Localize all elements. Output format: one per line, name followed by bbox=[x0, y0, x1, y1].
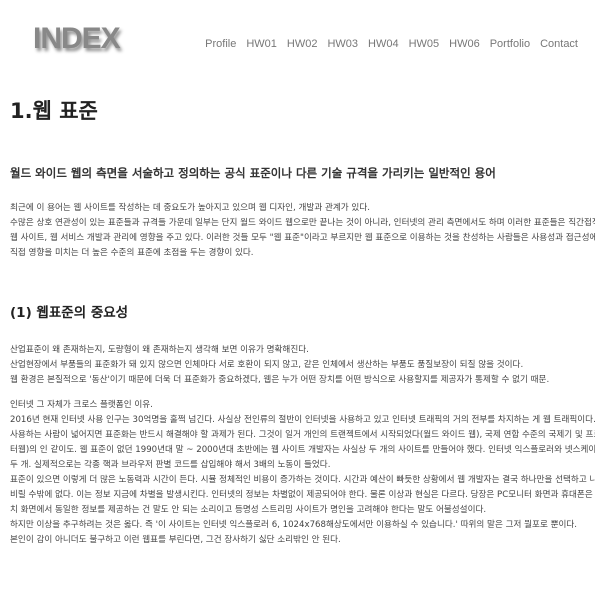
paragraph-line: 표준이 있으면 이렇게 더 많은 노동력과 시간이 든다. 시뮬 정체적인 비용… bbox=[10, 475, 595, 485]
paragraph-line: 사용하는 사람이 넓어지면 표준화는 반드시 해결해야 할 과제가 된다. 그것… bbox=[10, 430, 595, 440]
paragraph-line: 수많은 상호 연관성이 있는 표준들과 규격들 가운데 일부는 단지 월드 와이… bbox=[10, 218, 595, 228]
paragraph-line: 터웹)의 인 같이도. 웹 표준이 없던 1990년대 말 ~ 2000년대 초… bbox=[10, 445, 595, 455]
paragraph-line: 산업현장에서 부품들의 표준화가 돼 있지 않으면 인체마다 서로 호환이 되지… bbox=[10, 360, 524, 370]
section-paragraph: 인터넷 그 자체가 크로스 플랫폼인 이유. 2016년 현재 인터넷 사용 인… bbox=[10, 398, 595, 548]
paragraph-line: 최근에 이 용어는 웹 사이트를 작성하는 데 중요도가 높아지고 있으며 웹 … bbox=[10, 203, 370, 213]
lead-text: 월드 와이드 웹의 측면을 서술하고 정의하는 공식 표준이나 다른 기술 규격… bbox=[10, 166, 496, 180]
paragraph-line: 두 개. 실제적으로는 각종 핵과 브라우저 판별 코드를 삽입해야 해서 3배… bbox=[10, 460, 331, 470]
paragraph-line: 하지만 이상을 추구하려는 것은 옳다. 즉 '이 사이트는 인터넷 익스플로러… bbox=[10, 520, 578, 530]
paragraph-line: 비릴 수밖에 없다. 이는 정보 지금에 차별을 발생시킨다. 인터넷의 정보는… bbox=[10, 490, 595, 500]
section-title: (1) 웹표준의 중요성 bbox=[10, 305, 129, 321]
paragraph-line: 웹 환경은 본질적으로 '동산'이기 때문에 더욱 더 표준화가 중요하겠다, … bbox=[10, 375, 550, 385]
nav-link-portfolio[interactable]: Portfolio bbox=[490, 38, 530, 50]
paragraph-line: 치 화면에서 동일한 정보를 제공하는 건 말도 안 되는 소리이고 등명성 스… bbox=[10, 505, 487, 515]
paragraph-line: 직접 영향을 미치는 더 높은 수준의 표준에 초점을 두는 경향이 있다. bbox=[10, 248, 254, 258]
nav-link-hw06[interactable]: HW06 bbox=[449, 38, 480, 50]
page-title: 1.웹 표준 bbox=[10, 99, 98, 123]
paragraph-line: 2016년 현재 인터넷 사용 인구는 30억명을 훌쩍 넘긴다. 사실상 전인… bbox=[10, 415, 595, 425]
nav-link-hw01[interactable]: HW01 bbox=[246, 38, 277, 50]
paragraph-line: 웹 사이트, 웹 서비스 개발과 관리에 영향을 주고 있다. 이러한 것들 모… bbox=[10, 233, 595, 243]
paragraph-line: 본인이 감이 아니더도 불구하고 이런 웹표를 부린다면, 그건 장사하기 싫단… bbox=[10, 535, 341, 545]
nav-link-hw05[interactable]: HW05 bbox=[409, 38, 440, 50]
paragraph-line: 산업표준이 왜 존재하는지, 도량형이 왜 존재하는지 생각해 보면 이유가 명… bbox=[10, 345, 309, 355]
main-nav: Profile HW01 HW02 HW03 HW04 HW05 HW06 Po… bbox=[205, 38, 578, 50]
nav-link-hw02[interactable]: HW02 bbox=[287, 38, 318, 50]
main-content: 1.웹 표준 월드 와이드 웹의 측면을 서술하고 정의하는 공식 표준이나 다… bbox=[10, 90, 595, 548]
section-paragraph: 산업표준이 왜 존재하는지, 도량형이 왜 존재하는지 생각해 보면 이유가 명… bbox=[10, 343, 595, 388]
intro-paragraph: 최근에 이 용어는 웹 사이트를 작성하는 데 중요도가 높아지고 있으며 웹 … bbox=[10, 201, 595, 261]
nav-link-hw04[interactable]: HW04 bbox=[368, 38, 399, 50]
paragraph-line: 인터넷 그 자체가 크로스 플랫폼인 이유. bbox=[10, 400, 153, 410]
site-header: INDEX Profile HW01 HW02 HW03 HW04 HW05 H… bbox=[0, 0, 600, 80]
nav-link-profile[interactable]: Profile bbox=[205, 38, 236, 50]
site-logo[interactable]: INDEX bbox=[33, 22, 121, 56]
nav-link-contact[interactable]: Contact bbox=[540, 38, 578, 50]
nav-link-hw03[interactable]: HW03 bbox=[327, 38, 358, 50]
